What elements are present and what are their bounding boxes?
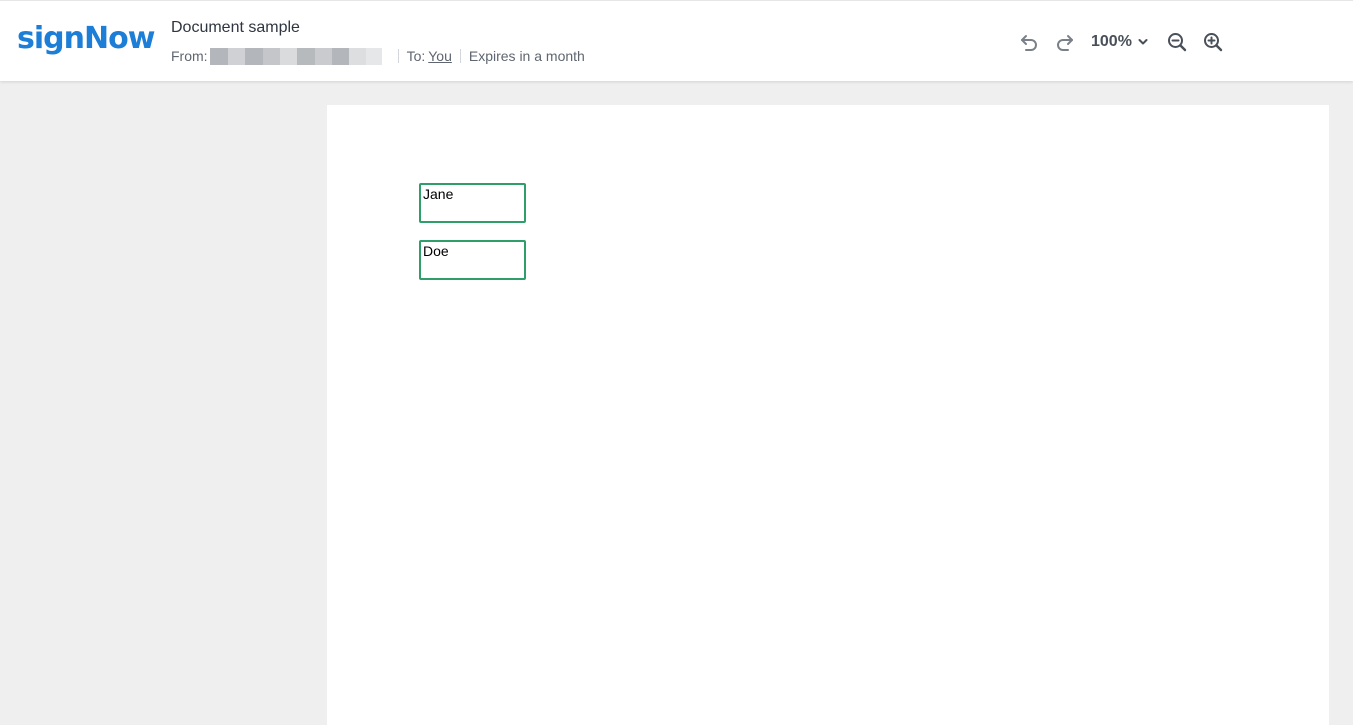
redo-icon <box>1057 35 1073 51</box>
last-name-value: Doe <box>423 243 449 259</box>
zoom-out-button[interactable] <box>1164 29 1190 55</box>
top-header: signNow Document sample From: To: You Ex… <box>0 0 1353 81</box>
undo-icon <box>1021 35 1037 51</box>
signnow-logo[interactable]: signNow <box>17 19 155 59</box>
to-label: To: <box>406 48 426 64</box>
redacted-sender <box>209 47 382 65</box>
document-meta: From: To: You Expires in a month <box>171 46 585 66</box>
first-name-value: Jane <box>423 186 454 202</box>
chevron-down-icon <box>1138 39 1148 45</box>
redo-button[interactable] <box>1052 29 1078 55</box>
zoom-out-icon <box>1167 33 1187 52</box>
meta-divider <box>397 49 399 63</box>
undo-button[interactable] <box>1016 29 1042 55</box>
meta-divider <box>459 49 461 63</box>
zoom-level-select[interactable]: 100% <box>1091 33 1148 51</box>
zoom-in-button[interactable] <box>1200 29 1226 55</box>
zoom-level-value: 100% <box>1091 33 1132 50</box>
first-name-field[interactable]: Jane <box>419 183 526 223</box>
expires-text: Expires in a month <box>468 48 585 64</box>
document-title: Document sample <box>171 19 300 36</box>
viewer-toolbar: 100% <box>1016 29 1226 55</box>
from-label: From: <box>171 48 208 64</box>
document-page: Jane Doe <box>327 105 1329 725</box>
to-recipient-link[interactable]: You <box>428 48 452 64</box>
last-name-field[interactable]: Doe <box>419 240 526 280</box>
zoom-in-icon <box>1203 33 1223 52</box>
